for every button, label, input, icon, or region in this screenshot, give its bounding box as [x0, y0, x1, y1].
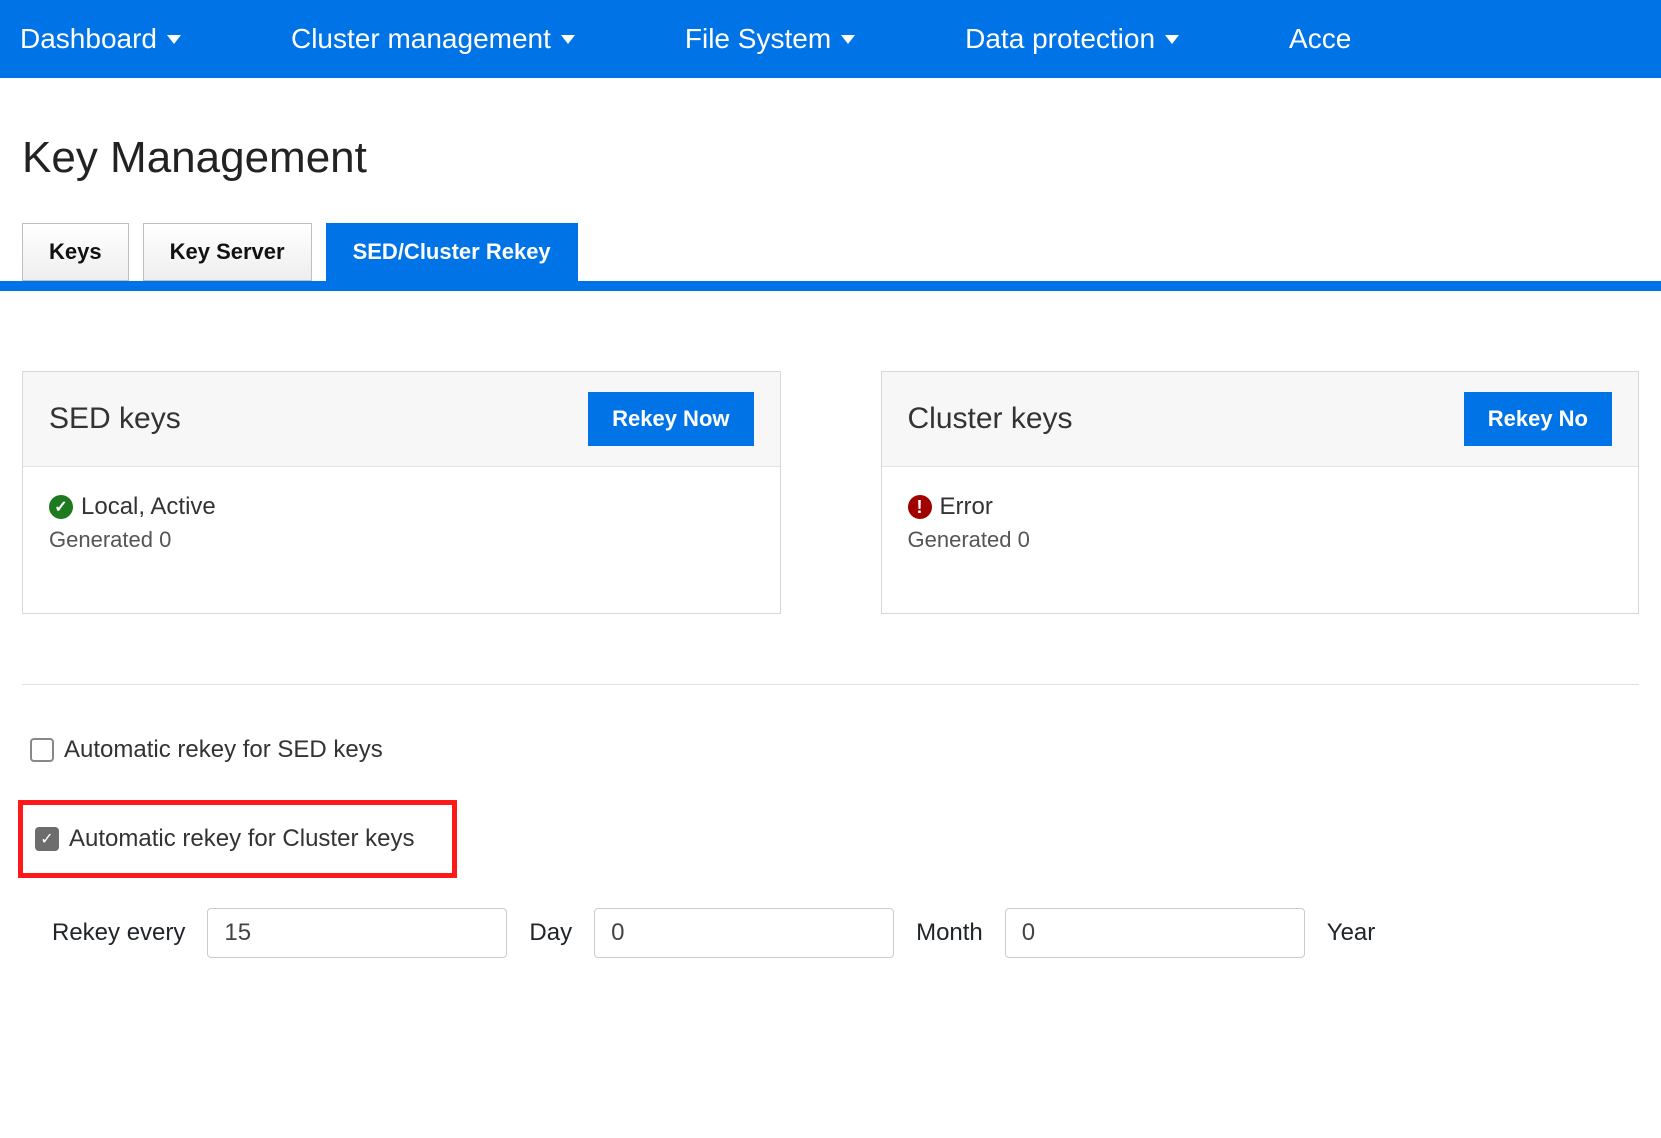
page-content: Key Management Keys Key Server SED/Clust… [0, 78, 1661, 1018]
nav-data-protection[interactable]: Data protection [965, 23, 1179, 55]
rekey-schedule-row: Rekey every Day Month Year [52, 908, 1639, 958]
cluster-rekey-now-button[interactable]: Rekey No [1464, 392, 1612, 446]
nav-dashboard-label: Dashboard [20, 23, 157, 55]
top-nav: Dashboard Cluster management File System… [0, 0, 1661, 78]
sed-status-text: Local, Active [81, 493, 216, 521]
tab-underline [0, 281, 1661, 291]
auto-rekey-sed-checkbox[interactable] [30, 738, 54, 762]
nav-dashboard[interactable]: Dashboard [20, 23, 181, 55]
auto-rekey-sed-row: Automatic rekey for SED keys [22, 730, 1639, 770]
rekey-year-label: Year [1327, 919, 1376, 947]
auto-rekey-cluster-row: ✓ Automatic rekey for Cluster keys [27, 819, 422, 859]
cluster-generated-count: 0 [1018, 527, 1030, 552]
sed-card-body: ✓ Local, Active Generated 0 [23, 467, 780, 613]
rekey-year-input[interactable] [1005, 908, 1305, 958]
sed-generated-line: Generated 0 [49, 527, 754, 553]
nav-file-system[interactable]: File System [685, 23, 855, 55]
caret-down-icon [167, 35, 181, 44]
cluster-keys-card: Cluster keys Rekey No ! Error Generated … [881, 371, 1640, 614]
sed-status-line: ✓ Local, Active [49, 493, 754, 521]
cluster-status-line: ! Error [908, 493, 1613, 521]
sed-generated-count: 0 [159, 527, 171, 552]
cards-row: SED keys Rekey Now ✓ Local, Active Gener… [22, 371, 1639, 614]
nav-file-system-label: File System [685, 23, 831, 55]
caret-down-icon [1165, 35, 1179, 44]
sed-rekey-now-button[interactable]: Rekey Now [588, 392, 753, 446]
check-circle-icon: ✓ [49, 495, 73, 519]
rekey-month-input[interactable] [594, 908, 894, 958]
sed-generated-label: Generated [49, 527, 153, 552]
rekey-day-input[interactable] [207, 908, 507, 958]
sed-card-header: SED keys Rekey Now [23, 372, 780, 467]
sed-keys-card: SED keys Rekey Now ✓ Local, Active Gener… [22, 371, 781, 614]
cluster-status-text: Error [940, 493, 993, 521]
cluster-card-body: ! Error Generated 0 [882, 467, 1639, 613]
auto-rekey-cluster-label: Automatic rekey for Cluster keys [69, 825, 414, 853]
error-circle-icon: ! [908, 495, 932, 519]
cluster-generated-label: Generated [908, 527, 1012, 552]
cluster-card-header: Cluster keys Rekey No [882, 372, 1639, 467]
page-title: Key Management [22, 133, 1639, 183]
section-divider [22, 684, 1639, 685]
nav-data-protection-label: Data protection [965, 23, 1155, 55]
nav-access[interactable]: Acce [1289, 23, 1351, 55]
nav-cluster-management[interactable]: Cluster management [291, 23, 575, 55]
sed-card-title: SED keys [49, 402, 181, 436]
rekey-month-label: Month [916, 919, 983, 947]
caret-down-icon [561, 35, 575, 44]
tabs: Keys Key Server SED/Cluster Rekey [22, 223, 1639, 281]
highlight-annotation: ✓ Automatic rekey for Cluster keys [18, 800, 457, 878]
tab-sed-cluster-rekey[interactable]: SED/Cluster Rekey [326, 223, 578, 281]
auto-rekey-cluster-checkbox[interactable]: ✓ [35, 827, 59, 851]
tab-key-server[interactable]: Key Server [143, 223, 312, 281]
nav-access-label: Acce [1289, 23, 1351, 55]
cluster-card-title: Cluster keys [908, 402, 1073, 436]
rekey-day-label: Day [529, 919, 572, 947]
auto-rekey-sed-label: Automatic rekey for SED keys [64, 736, 383, 764]
nav-cluster-label: Cluster management [291, 23, 551, 55]
rekey-every-label: Rekey every [52, 919, 185, 947]
cluster-generated-line: Generated 0 [908, 527, 1613, 553]
caret-down-icon [841, 35, 855, 44]
tab-keys[interactable]: Keys [22, 223, 129, 281]
